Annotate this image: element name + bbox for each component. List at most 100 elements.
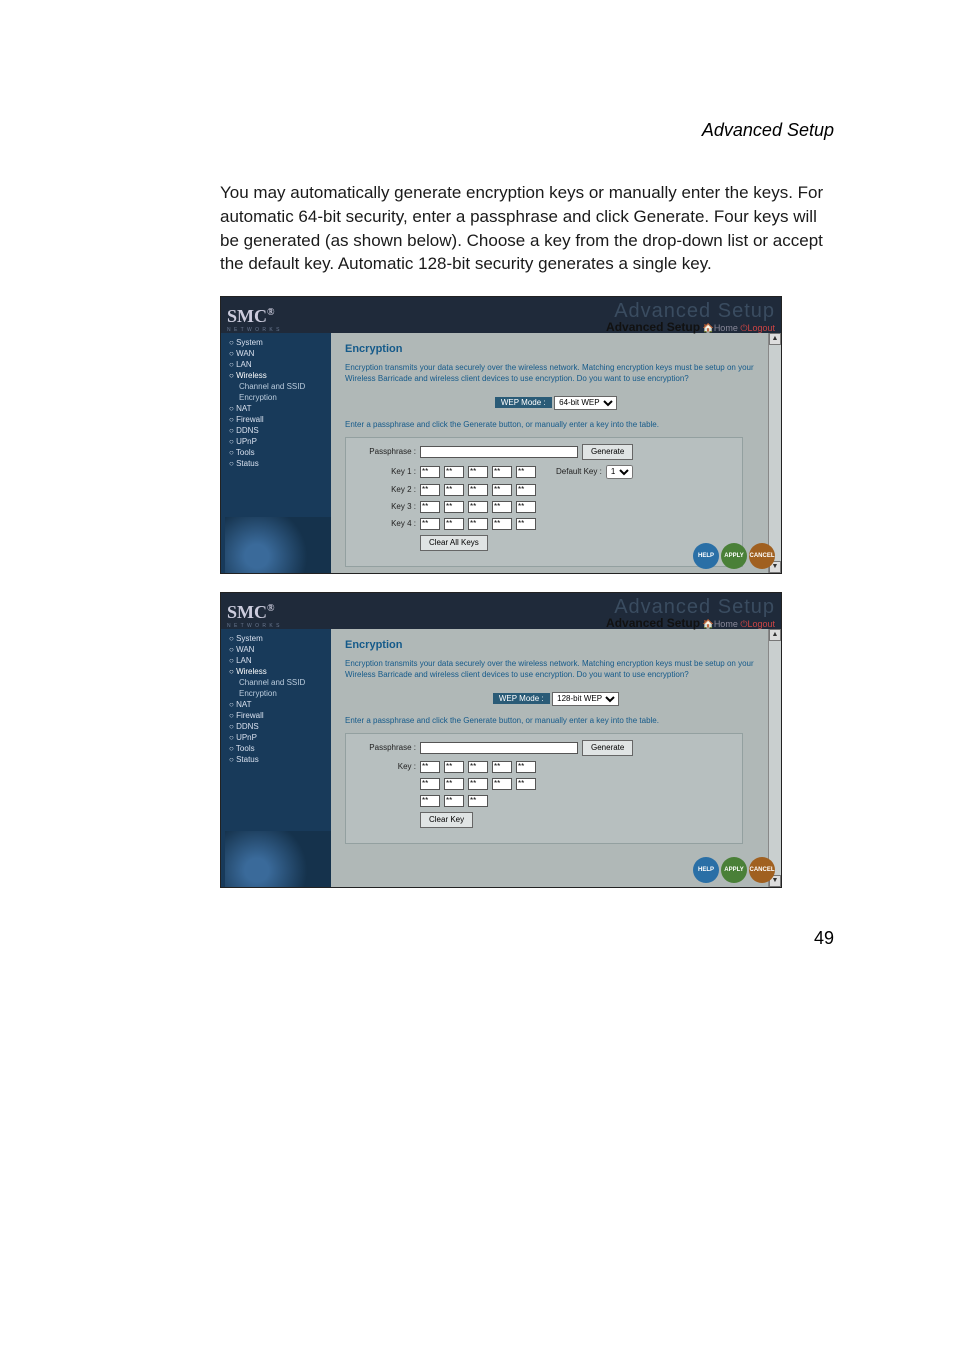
key-hex-0-1[interactable]	[444, 761, 464, 773]
key1-hex5[interactable]	[516, 466, 536, 478]
sidebar-decor-icon	[225, 831, 331, 887]
nav-wan[interactable]: ○ WAN	[225, 644, 331, 655]
nav-wireless[interactable]: ○ Wireless	[225, 370, 331, 381]
clear-key-button[interactable]: Clear Key	[420, 812, 473, 828]
apply-button[interactable]: APPLY	[721, 543, 747, 569]
key2-hex5[interactable]	[516, 484, 536, 496]
generate-button[interactable]: Generate	[582, 444, 633, 460]
key4-hex2[interactable]	[444, 518, 464, 530]
nav-wireless-channel[interactable]: Channel and SSID	[225, 381, 331, 392]
key2-hex3[interactable]	[468, 484, 488, 496]
key3-hex4[interactable]	[492, 501, 512, 513]
home-link[interactable]: Home	[714, 619, 738, 629]
key-hex-2-1[interactable]	[444, 795, 464, 807]
key1-hex1[interactable]	[420, 466, 440, 478]
nav-wireless-channel[interactable]: Channel and SSID	[225, 677, 331, 688]
default-key-select[interactable]: 1	[606, 465, 633, 479]
logout-link[interactable]: ⏻Logout	[740, 619, 775, 629]
nav-upnp[interactable]: ○ UPnP	[225, 436, 331, 447]
nav-upnp[interactable]: ○ UPnP	[225, 732, 331, 743]
key3-hex2[interactable]	[444, 501, 464, 513]
key2-hex2[interactable]	[444, 484, 464, 496]
scroll-up-icon[interactable]: ▲	[769, 333, 781, 345]
wep-mode-select[interactable]: 128-bit WEP	[552, 692, 619, 706]
key-hex-2-2[interactable]	[468, 795, 488, 807]
nav-status[interactable]: ○ Status	[225, 754, 331, 765]
home-link[interactable]: Home	[714, 323, 738, 333]
home-icon: 🏠	[703, 323, 714, 333]
passphrase-input[interactable]	[420, 742, 578, 754]
main-panel: ▲ ▼ Encryption Encryption transmits your…	[331, 629, 781, 887]
nav-firewall[interactable]: ○ Firewall	[225, 414, 331, 425]
key1-hex2[interactable]	[444, 466, 464, 478]
key-hex-0-2[interactable]	[468, 761, 488, 773]
help-button[interactable]: HELP	[693, 543, 719, 569]
panel-title: Encryption	[345, 639, 767, 651]
key-hex-1-4[interactable]	[516, 778, 536, 790]
key3-hex3[interactable]	[468, 501, 488, 513]
cancel-button[interactable]: CANCEL	[749, 543, 775, 569]
nav-lan[interactable]: ○ LAN	[225, 359, 331, 370]
banner-title: Advanced Setup	[606, 616, 700, 630]
key-hex-2-0[interactable]	[420, 795, 440, 807]
key-hex-1-0[interactable]	[420, 778, 440, 790]
page-number: 49	[220, 928, 834, 949]
panel-description: Encryption transmits your data securely …	[345, 659, 767, 680]
keys-form-box: Passphrase : Generate Key 1 : Default Ke…	[345, 437, 743, 567]
key-hex-0-4[interactable]	[516, 761, 536, 773]
key-hex-1-1[interactable]	[444, 778, 464, 790]
key-hex-1-2[interactable]	[468, 778, 488, 790]
apply-button[interactable]: APPLY	[721, 857, 747, 883]
screenshot-topbar: SMC® N E T W O R K S Advanced Setup Adva…	[221, 593, 781, 629]
router-screenshot-64bit: SMC® N E T W O R K S Advanced Setup Adva…	[220, 296, 782, 574]
key4-hex1[interactable]	[420, 518, 440, 530]
key2-hex1[interactable]	[420, 484, 440, 496]
nav-tools[interactable]: ○ Tools	[225, 447, 331, 458]
nav-wireless-encryption[interactable]: Encryption	[225, 688, 331, 699]
nav-status[interactable]: ○ Status	[225, 458, 331, 469]
nav-firewall[interactable]: ○ Firewall	[225, 710, 331, 721]
key4-hex4[interactable]	[492, 518, 512, 530]
passphrase-input[interactable]	[420, 446, 578, 458]
cancel-button[interactable]: CANCEL	[749, 857, 775, 883]
advanced-setup-banner: Advanced Setup Advanced Setup 🏠Home ⏻Log…	[606, 301, 775, 333]
key3-label: Key 3 :	[354, 502, 416, 511]
clear-all-keys-button[interactable]: Clear All Keys	[420, 535, 488, 551]
nav-sidebar: ○ System ○ WAN ○ LAN ○ Wireless Channel …	[221, 333, 331, 573]
scrollbar[interactable]: ▲ ▼	[768, 629, 781, 887]
key4-hex5[interactable]	[516, 518, 536, 530]
key1-label: Key 1 :	[354, 467, 416, 476]
nav-lan[interactable]: ○ LAN	[225, 655, 331, 666]
footer-buttons: HELP APPLY CANCEL	[693, 543, 775, 569]
wep-mode-select[interactable]: 64-bit WEP	[554, 396, 617, 410]
key3-hex5[interactable]	[516, 501, 536, 513]
key3-hex1[interactable]	[420, 501, 440, 513]
wep-mode-label: WEP Mode :	[495, 397, 552, 408]
key-hex-1-3[interactable]	[492, 778, 512, 790]
key-hex-0-0[interactable]	[420, 761, 440, 773]
nav-ddns[interactable]: ○ DDNS	[225, 721, 331, 732]
nav-ddns[interactable]: ○ DDNS	[225, 425, 331, 436]
scrollbar[interactable]: ▲ ▼	[768, 333, 781, 573]
key4-label: Key 4 :	[354, 519, 416, 528]
nav-system[interactable]: ○ System	[225, 337, 331, 348]
logout-link[interactable]: ⏻Logout	[740, 323, 775, 333]
key1-hex4[interactable]	[492, 466, 512, 478]
help-button[interactable]: HELP	[693, 857, 719, 883]
default-key-label: Default Key :	[556, 467, 602, 476]
nav-wan[interactable]: ○ WAN	[225, 348, 331, 359]
scroll-up-icon[interactable]: ▲	[769, 629, 781, 641]
key2-hex4[interactable]	[492, 484, 512, 496]
key4-hex3[interactable]	[468, 518, 488, 530]
instruction-text: Enter a passphrase and click the Generat…	[345, 420, 767, 429]
key1-hex3[interactable]	[468, 466, 488, 478]
nav-nat[interactable]: ○ NAT	[225, 403, 331, 414]
nav-tools[interactable]: ○ Tools	[225, 743, 331, 754]
key-hex-0-3[interactable]	[492, 761, 512, 773]
generate-button[interactable]: Generate	[582, 740, 633, 756]
nav-wireless[interactable]: ○ Wireless	[225, 666, 331, 677]
passphrase-label: Passphrase :	[354, 447, 416, 456]
nav-wireless-encryption[interactable]: Encryption	[225, 392, 331, 403]
nav-system[interactable]: ○ System	[225, 633, 331, 644]
nav-nat[interactable]: ○ NAT	[225, 699, 331, 710]
